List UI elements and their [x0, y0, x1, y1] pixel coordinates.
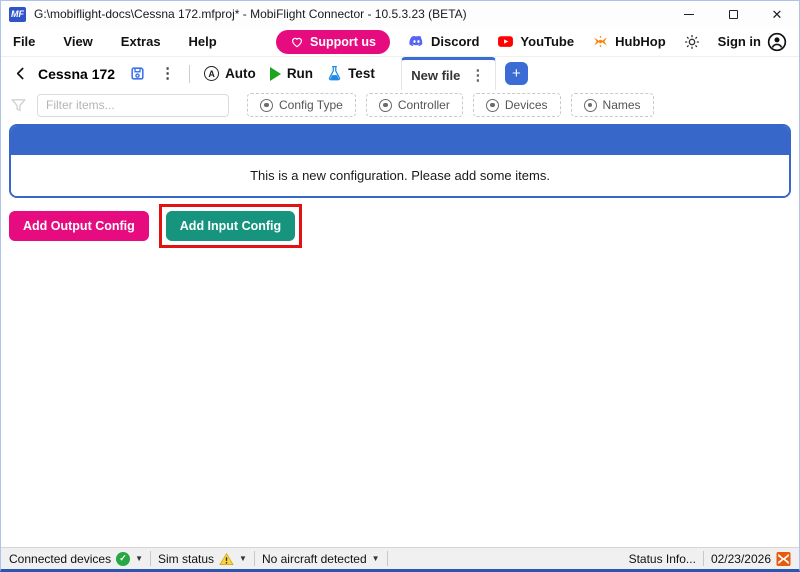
auto-icon: A — [204, 66, 220, 81]
circle-dot-icon — [260, 98, 273, 112]
test-button[interactable]: Test — [327, 65, 375, 82]
sim-status-label: Sim status — [158, 551, 215, 566]
check-circle-icon: ✓ — [116, 551, 131, 566]
filter-chip-controller[interactable]: Controller — [365, 93, 463, 117]
sim-status[interactable]: Sim status ▼ — [155, 552, 250, 566]
minimize-button[interactable] — [667, 1, 711, 27]
run-button[interactable]: Run — [269, 66, 314, 81]
sign-in-label: Sign in — [717, 34, 761, 49]
close-button[interactable]: ✕ — [755, 1, 799, 27]
discord-link[interactable]: Discord — [408, 33, 479, 50]
hubhop-label: HubHop — [615, 34, 666, 49]
menu-file[interactable]: File — [13, 34, 35, 49]
project-name: Cessna 172 — [38, 65, 116, 82]
mobiflight-community-icon — [776, 551, 791, 566]
hubhop-icon — [594, 36, 607, 47]
statusbar-divider — [150, 551, 151, 566]
minimize-icon — [684, 13, 694, 15]
youtube-icon — [498, 36, 514, 47]
config-list-area: This is a new configuration. Please add … — [1, 120, 799, 547]
toolbar: Cessna 172 ⋮ A Auto Run Test New file ⋮ … — [1, 57, 799, 90]
run-play-icon — [269, 66, 281, 81]
menu-bar-right: Support us Discord YouTube HubHop Sign i… — [276, 29, 787, 54]
filter-chip-devices[interactable]: Devices — [472, 93, 561, 117]
youtube-link[interactable]: YouTube — [497, 33, 574, 50]
status-date: 02/23/2026 — [708, 551, 794, 566]
circle-dot-icon — [378, 98, 392, 112]
circle-dot-icon — [485, 98, 499, 112]
aircraft-status-label: No aircraft detected — [261, 551, 367, 566]
add-tab-button[interactable]: + — [504, 62, 528, 85]
status-date-label: 02/23/2026 — [710, 551, 771, 566]
statusbar-divider — [702, 551, 704, 566]
chevron-down-icon: ▼ — [371, 554, 380, 563]
title-bar: MF G:\mobiflight-docs\Cessna 172.mfproj*… — [1, 1, 799, 27]
sign-in-button[interactable]: Sign in — [718, 32, 787, 52]
discord-label: Discord — [431, 34, 480, 49]
window-controls: ✕ — [667, 1, 799, 27]
chip-label: Controller — [397, 98, 450, 112]
window-title: G:\mobiflight-docs\Cessna 172.mfproj* - … — [34, 7, 467, 21]
run-label: Run — [286, 66, 314, 81]
aircraft-status[interactable]: No aircraft detected ▼ — [259, 552, 383, 566]
back-button[interactable] — [13, 66, 28, 81]
status-info-label: Status Info... — [628, 551, 696, 566]
tab-label: New file — [411, 67, 461, 83]
status-bar: Connected devices ✓ ▼ Sim status ▼ No ai… — [1, 547, 799, 569]
chevron-down-icon: ▼ — [135, 554, 143, 563]
theme-brightness-icon[interactable] — [684, 34, 700, 50]
connected-devices-label: Connected devices — [9, 551, 112, 566]
chip-label: Names — [602, 98, 641, 112]
tab-new-file[interactable]: New file ⋮ — [400, 57, 496, 90]
config-table-header — [11, 126, 789, 155]
heart-icon — [292, 37, 303, 47]
test-label: Test — [348, 66, 375, 81]
config-table-container: This is a new configuration. Please add … — [9, 124, 791, 198]
filter-bar: Config Type Controller Devices Names — [1, 90, 799, 120]
save-icon[interactable] — [129, 65, 146, 82]
filter-chip-config-type[interactable]: Config Type — [247, 93, 356, 117]
auto-toggle[interactable]: A Auto — [204, 66, 256, 81]
hubhop-link[interactable]: HubHop — [592, 33, 666, 50]
maximize-button[interactable] — [711, 1, 755, 27]
youtube-label: YouTube — [520, 34, 575, 49]
circle-dot-icon — [583, 98, 597, 112]
filter-funnel-icon — [11, 98, 26, 111]
close-icon: ✕ — [771, 6, 783, 22]
menu-extras[interactable]: Extras — [121, 34, 161, 49]
user-avatar-icon — [767, 32, 787, 51]
statusbar-divider — [253, 551, 255, 566]
toolbar-divider — [189, 64, 191, 83]
add-input-config-button[interactable]: Add Input Config — [165, 211, 296, 241]
app-logo-icon: MF — [9, 6, 26, 22]
support-us-button[interactable]: Support us — [276, 29, 391, 54]
app-window: MF G:\mobiflight-docs\Cessna 172.mfproj*… — [0, 0, 800, 572]
chip-label: Devices — [504, 98, 548, 112]
chevron-down-icon: ▼ — [239, 554, 247, 563]
connected-devices-status[interactable]: Connected devices ✓ ▼ — [6, 551, 146, 566]
project-menu-kebab[interactable]: ⋮ — [160, 66, 175, 81]
discord-icon — [409, 35, 423, 47]
add-output-config-button[interactable]: Add Output Config — [9, 211, 149, 241]
warning-icon — [219, 552, 234, 565]
status-info: Status Info... — [626, 552, 699, 566]
empty-config-message: This is a new configuration. Please add … — [11, 155, 789, 196]
highlight-annotation: Add Input Config — [158, 204, 303, 248]
filter-chip-names[interactable]: Names — [570, 93, 654, 117]
tab-menu-kebab[interactable]: ⋮ — [470, 68, 485, 83]
menu-view[interactable]: View — [63, 34, 92, 49]
menu-bar: File View Extras Help Support us Discord — [1, 27, 799, 57]
menu-help[interactable]: Help — [189, 34, 217, 49]
chip-label: Config Type — [279, 98, 343, 112]
auto-label: Auto — [225, 66, 256, 81]
support-us-label: Support us — [310, 34, 377, 49]
config-action-buttons: Add Output Config Add Input Config — [9, 204, 791, 248]
test-flask-icon — [328, 66, 341, 81]
maximize-icon — [728, 9, 738, 19]
filter-items-input[interactable] — [37, 93, 229, 117]
statusbar-divider — [386, 551, 388, 566]
